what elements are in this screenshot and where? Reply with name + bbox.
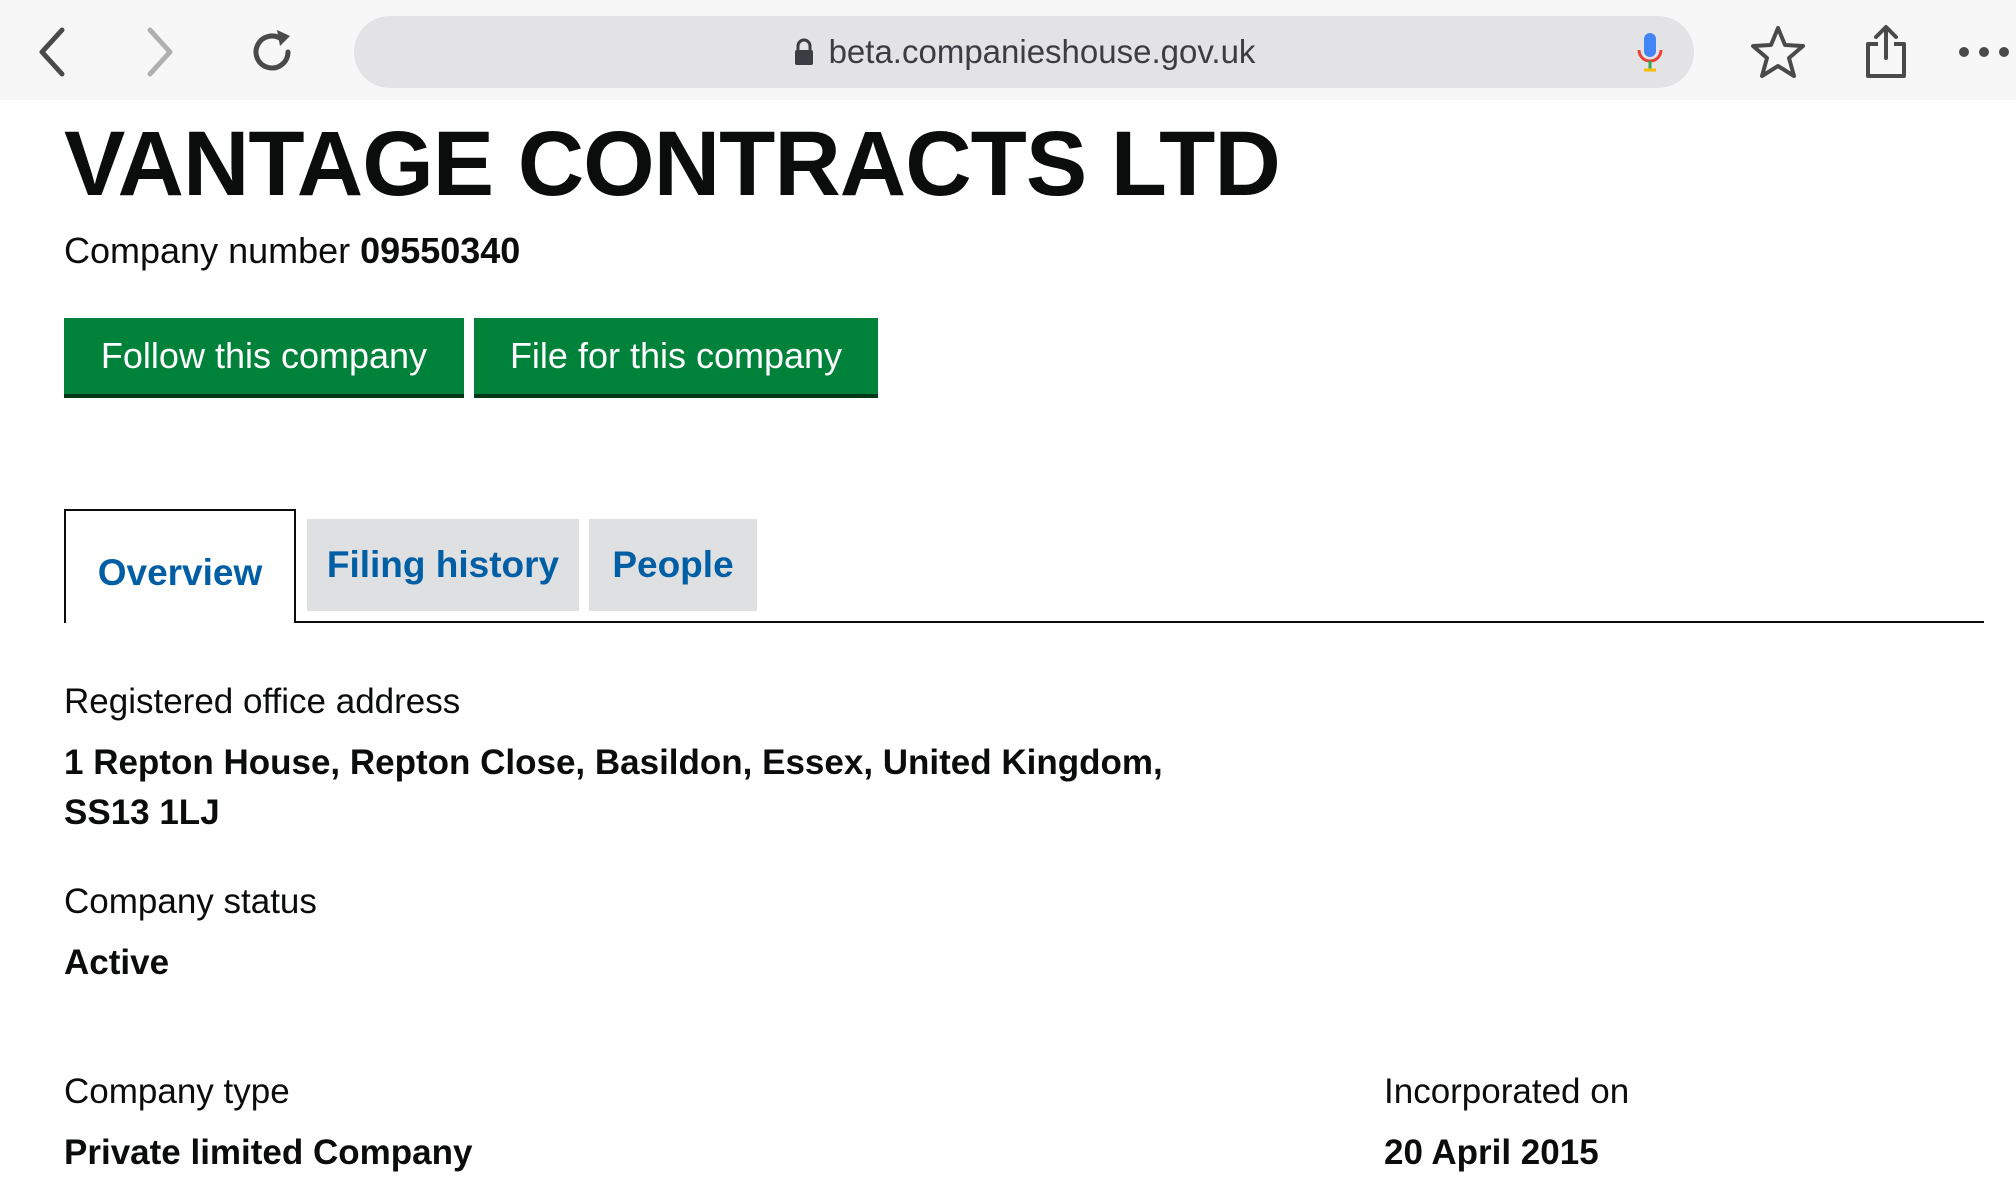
file-for-company-button[interactable]: File for this company	[474, 318, 878, 394]
bookmark-button[interactable]	[1748, 22, 1808, 82]
company-tabs: Overview Filing history People	[64, 509, 1984, 623]
registered-office-address-line1: 1 Repton House, Repton Close, Basildon, …	[64, 743, 1163, 782]
address-bar[interactable]: beta.companieshouse.gov.uk	[354, 16, 1694, 88]
company-number-label: Company number	[64, 230, 351, 271]
bookmark-star-icon	[1751, 26, 1805, 78]
forward-icon	[147, 27, 173, 77]
company-name: VANTAGE CONTRACTS LTD	[64, 113, 1281, 215]
reload-icon	[253, 30, 291, 71]
registered-office-address-line2: SS13 1LJ	[64, 793, 220, 832]
tab-filing-history[interactable]: Filing history	[307, 519, 579, 611]
company-type-value: Private limited Company	[64, 1133, 473, 1172]
back-icon	[39, 27, 65, 77]
share-button[interactable]	[1856, 22, 1916, 82]
tab-people[interactable]: People	[589, 519, 757, 611]
incorporated-on-value: 20 April 2015	[1384, 1133, 1599, 1172]
back-button[interactable]	[22, 22, 82, 82]
url-text: beta.companieshouse.gov.uk	[828, 33, 1256, 70]
tab-overview[interactable]: Overview	[64, 509, 296, 623]
microphone-icon	[1637, 33, 1663, 72]
company-status-value: Active	[64, 943, 170, 982]
company-status-label: Company status	[64, 882, 317, 921]
more-button[interactable]	[1956, 22, 2012, 82]
lock-icon	[794, 38, 813, 65]
share-icon	[1866, 25, 1906, 78]
voice-search-button[interactable]	[1636, 32, 1664, 77]
registered-office-address-label: Registered office address	[64, 682, 461, 721]
company-number-row: Company number 09550340	[64, 230, 520, 272]
reload-button[interactable]	[242, 22, 302, 82]
forward-button[interactable]	[130, 22, 190, 82]
incorporated-on-label: Incorporated on	[1384, 1072, 1630, 1111]
more-icon	[1959, 47, 2009, 57]
company-number: 09550340	[360, 230, 521, 271]
browser-toolbar: beta.companieshouse.gov.uk	[0, 0, 2016, 100]
follow-company-button[interactable]: Follow this company	[64, 318, 464, 394]
company-type-label: Company type	[64, 1072, 290, 1111]
tabs-divider	[64, 621, 1984, 623]
